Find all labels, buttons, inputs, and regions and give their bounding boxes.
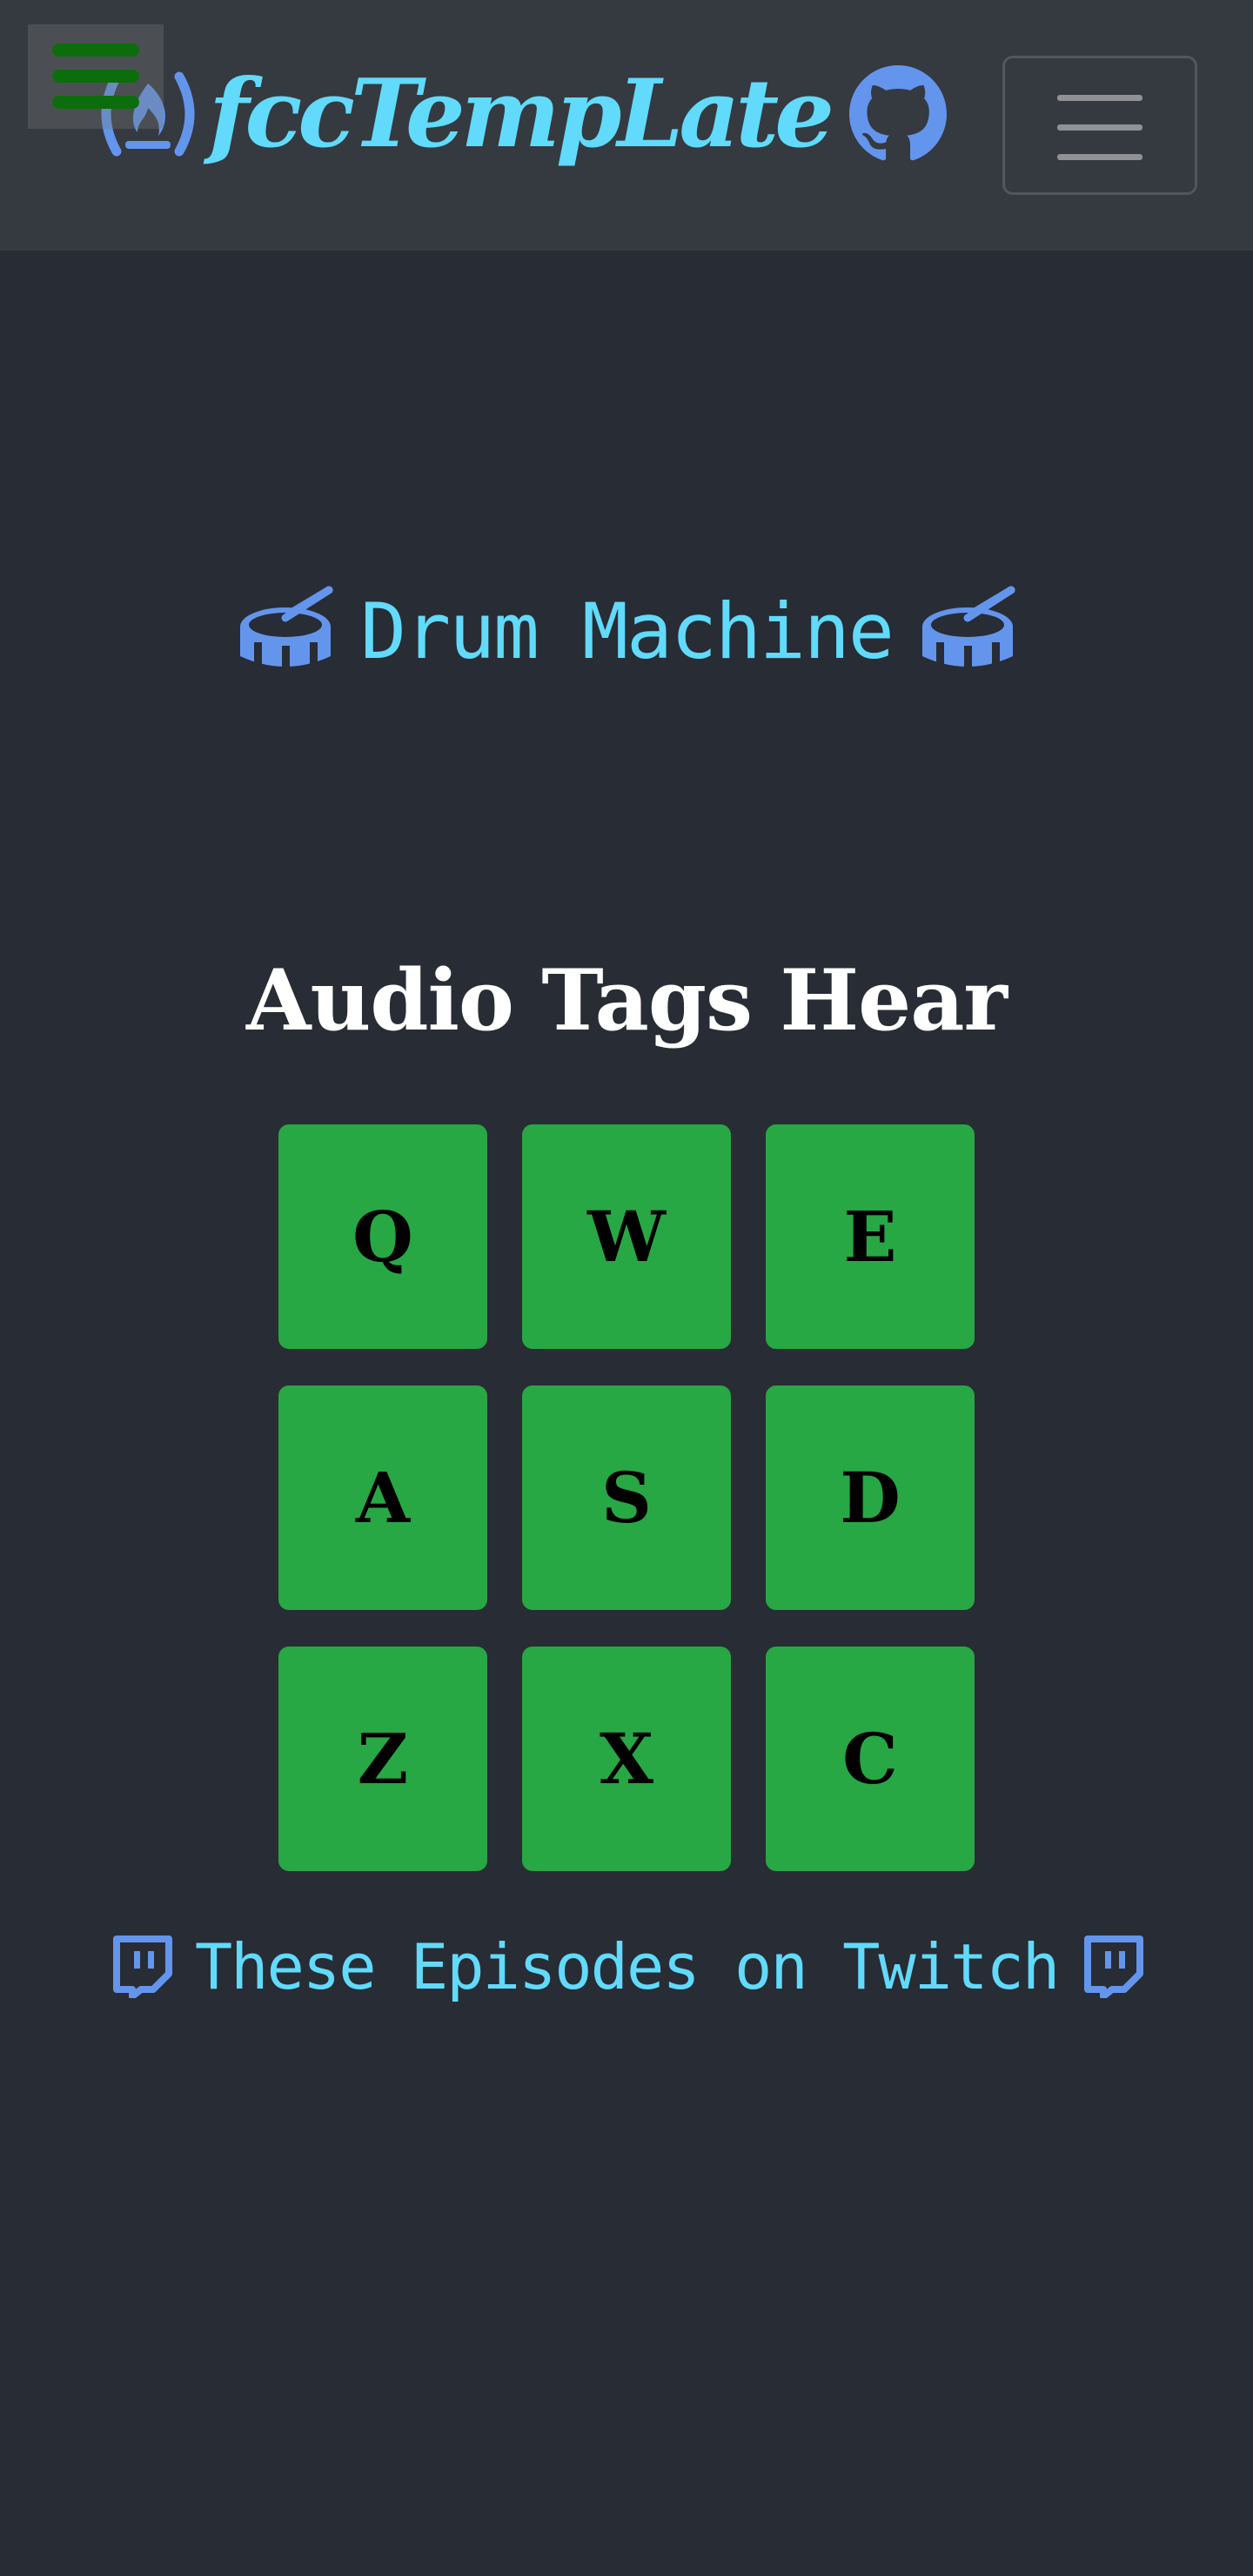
hamburger-icon[interactable] [28, 24, 164, 129]
drum-pad-q[interactable]: Q [278, 1124, 487, 1349]
page-title: Drum Machine [0, 574, 1253, 688]
twitch-episodes-link[interactable]: These Episodes on Twitch [0, 1915, 1253, 2019]
drum-pad-z[interactable]: Z [278, 1647, 487, 1871]
drum-icon [921, 586, 1015, 674]
drum-pad-s[interactable]: S [522, 1385, 731, 1610]
drum-pad-w[interactable]: W [522, 1124, 731, 1349]
navbar-toggler-button[interactable] [1002, 56, 1197, 195]
drum-pad-c[interactable]: C [766, 1647, 975, 1871]
brand-title: fccTempLate [209, 59, 834, 169]
brand-link[interactable]: fccTempLate [90, 49, 947, 179]
github-icon[interactable] [848, 65, 947, 163]
twitch-icon [112, 1935, 172, 1998]
drum-pad-x[interactable]: X [522, 1647, 731, 1871]
drum-icon [240, 586, 333, 674]
twitch-icon [1084, 1935, 1144, 1998]
drum-pad-d[interactable]: D [766, 1385, 975, 1610]
drum-pad-grid: Q W E A S D Z X C [278, 1124, 975, 1871]
drum-machine-title: Drum Machine [360, 586, 895, 676]
drum-pad-a[interactable]: A [278, 1385, 487, 1610]
section-heading: Audio Tags Hear [246, 951, 1008, 1050]
navbar: fccTempLate [0, 0, 1253, 251]
drum-pad-e[interactable]: E [766, 1124, 975, 1349]
twitch-link-text: These Episodes on Twitch [194, 1930, 1060, 2003]
